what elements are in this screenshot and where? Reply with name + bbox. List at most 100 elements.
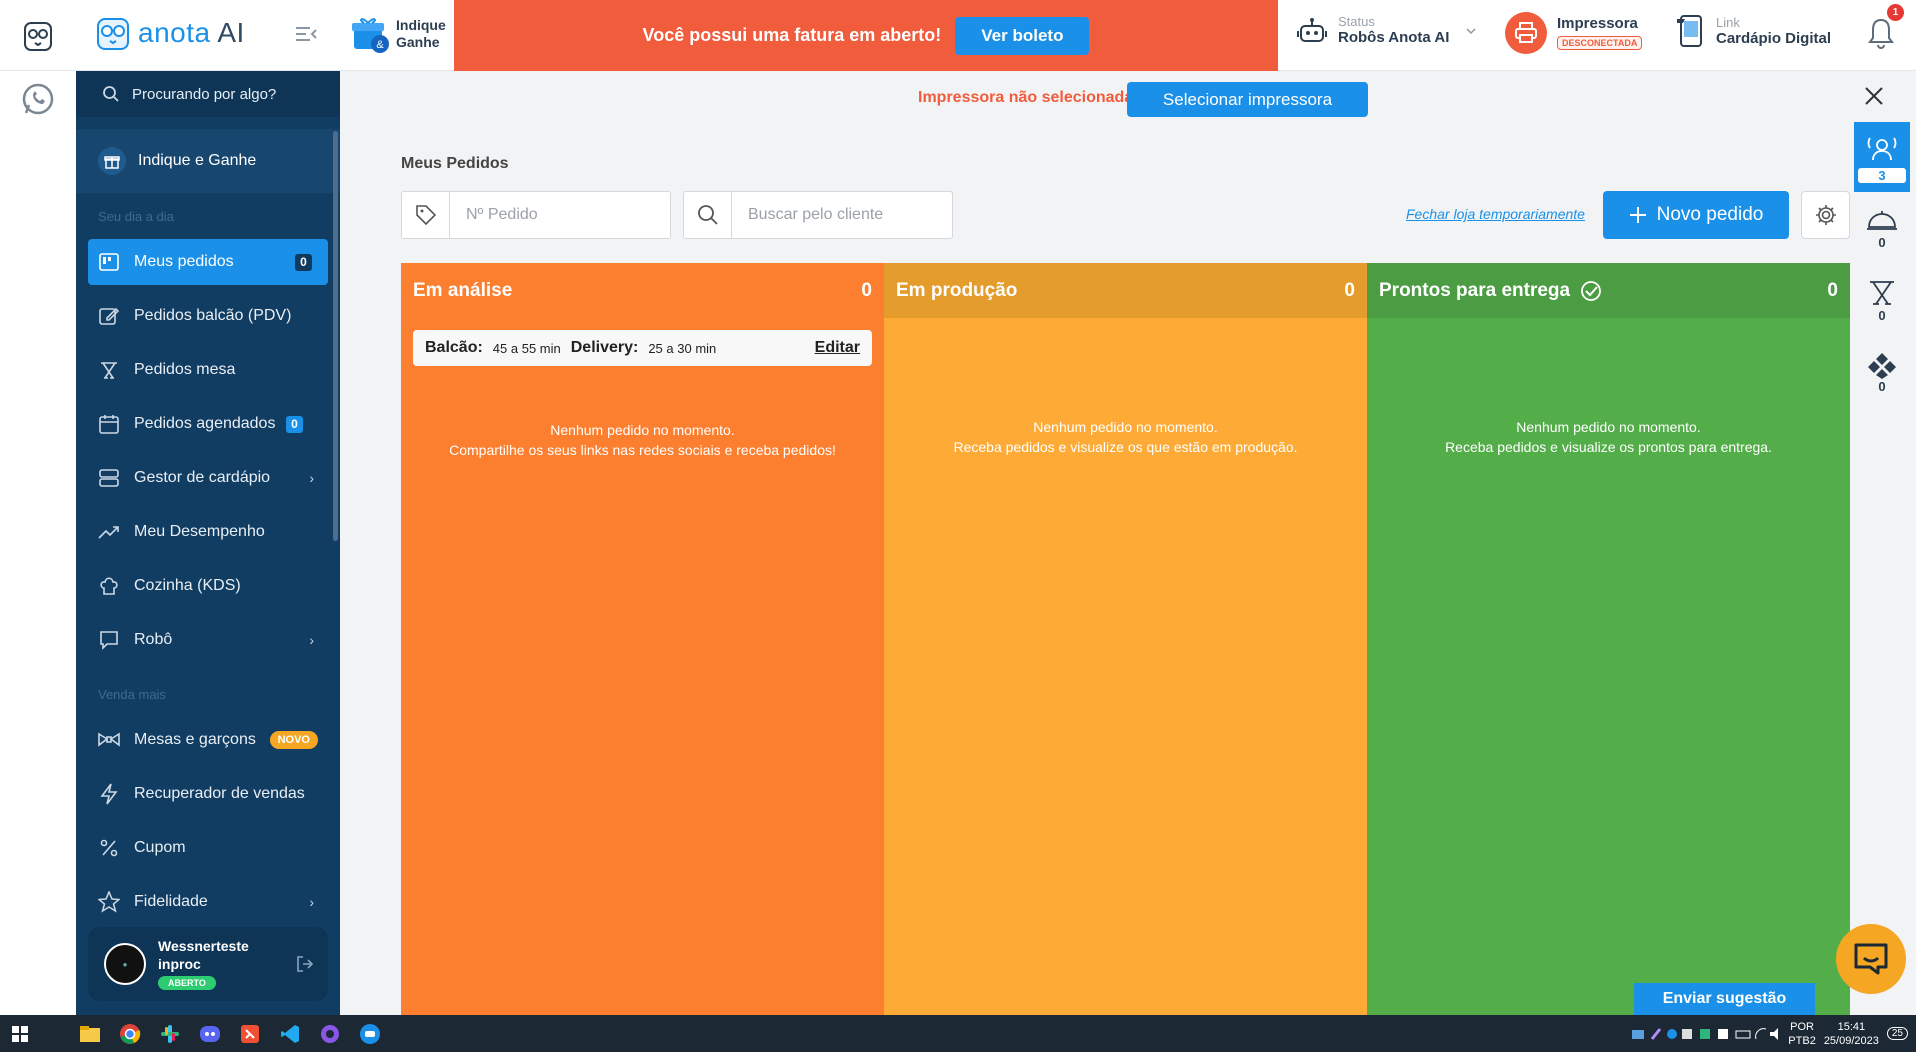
status-value: Robôs Anota AI [1338,29,1450,46]
close-icon[interactable] [1864,86,1884,111]
waiters-filter[interactable]: 3 [1854,122,1910,192]
printer-warning: Impressora não selecionada [918,89,1134,106]
section-label-day: Seu dia a dia [98,208,174,224]
language-indicator[interactable]: POR PTB2 [1788,1020,1816,1048]
sidebar-item-pedidos-mesa[interactable]: Pedidos mesa [88,347,328,393]
whatsapp-icon[interactable] [20,81,56,122]
new-order-button[interactable]: Novo pedido [1603,191,1789,239]
left-mini-rail [0,71,76,1015]
delivery-times-bar: Balcão: 45 a 55 min Delivery: 25 a 30 mi… [413,330,872,366]
table-icon [1870,280,1894,305]
section-label-sell: Venda mais [98,686,166,702]
anota-app-icon[interactable] [350,1015,390,1052]
count-badge: 0 [286,415,303,433]
support-chat-icon[interactable] [1836,924,1906,994]
column-em-producao: Em produção 0 Nenhum pedido no momento. … [884,263,1367,1015]
sidebar-item-meus-pedidos[interactable]: Meus pedidos 0 [88,239,328,285]
notification-center-icon[interactable]: 25 [1886,1027,1908,1040]
right-rail: 3 0 0 0 [1852,122,1916,408]
close-store-temporarily-link[interactable]: Fechar loja temporariamente [1406,206,1585,222]
discord-icon[interactable] [190,1015,230,1052]
sidebar-item-label: Robô [134,631,173,648]
sidebar-item-label: Meus pedidos [134,253,234,270]
rail-count: 0 [1878,378,1886,394]
sidebar-item-label: Indique e Ganhe [138,152,257,169]
sidebar-item-gestor-cardapio[interactable]: Gestor de cardápio › [88,455,328,501]
tag-icon [402,192,450,238]
printer-status[interactable]: Impressora DESCONECTADA [1505,12,1643,54]
file-explorer-icon[interactable] [70,1015,110,1052]
logout-icon[interactable] [296,955,314,978]
slack-icon[interactable] [150,1015,190,1052]
clock[interactable]: 15:41 25/09/2023 [1824,1020,1879,1048]
chevron-down-icon [1466,27,1476,34]
printer-disconnected-badge: DESCONECTADA [1557,36,1643,50]
sidebar-item-recuperador-vendas[interactable]: Recuperador de vendas [88,771,328,817]
link-value: Cardápio Digital [1716,29,1832,47]
avatar: ● [104,943,146,985]
github-desktop-icon[interactable] [310,1015,350,1052]
plus-icon [1629,207,1646,223]
new-badge: NOVO [269,731,318,749]
table-filter[interactable]: 0 [1854,264,1910,336]
client-search-input[interactable] [732,206,912,224]
trending-up-icon [98,521,120,543]
sidebar-search-input[interactable]: Procurando por algo? [76,71,340,117]
empty-state: Nenhum pedido no momento. Receba pedidos… [1367,417,1850,457]
search-icon [684,192,732,238]
clock-time: 15:41 [1837,1020,1866,1033]
robot-status-dropdown[interactable]: Status Robôs Anota AI [1296,14,1477,47]
windows-taskbar: POR PTB2 15:41 25/09/2023 25 [0,1015,1916,1052]
owl-logo-icon[interactable] [0,0,76,71]
edit-times-link[interactable]: Editar [815,339,860,357]
settings-button[interactable] [1801,191,1850,239]
select-printer-button[interactable]: Selecionar impressora [1127,82,1368,117]
bowtie-icon [98,729,120,751]
windows-start-icon[interactable] [0,1015,40,1052]
rail-count: 0 [1878,234,1886,250]
digital-menu-link[interactable]: Link Cardápio Digital [1676,14,1831,48]
sidebar-item-cupom[interactable]: Cupom [88,825,328,871]
sidebar-item-pedidos-balcao[interactable]: Pedidos balcão (PDV) [88,293,328,339]
vscode-icon[interactable] [270,1015,310,1052]
sidebar-item-robo[interactable]: Robô › [88,617,328,663]
sidebar-item-indique-ganhe[interactable]: Indique e Ganhe [76,129,340,193]
system-tray: POR PTB2 15:41 25/09/2023 25 [1630,1015,1916,1052]
chrome-icon[interactable] [110,1015,150,1052]
anota-ai-logo[interactable]: anota AI [96,14,245,52]
sidebar-item-pedidos-agendados[interactable]: Pedidos agendados 0 [88,401,328,447]
sidebar-item-label: Meu Desempenho [134,523,265,540]
rail-count: 0 [1878,307,1886,323]
sidebar-item-fidelidade[interactable]: Fidelidade › [88,879,328,925]
git-client-icon[interactable] [230,1015,270,1052]
clock-date: 25/09/2023 [1823,1034,1879,1047]
notifications-bell-icon[interactable]: 1 [1866,4,1904,52]
sidebar-item-label: Pedidos balcão (PDV) [134,307,292,324]
send-suggestion-button[interactable]: Enviar sugestão [1634,983,1815,1015]
notification-count-badge: 1 [1887,4,1904,21]
page-title: Meus Pedidos [401,155,509,172]
ver-boleto-button[interactable]: Ver boleto [955,16,1090,55]
client-search-field[interactable] [683,191,953,239]
indique-ganhe-top-button[interactable]: & Indique Ganhe [350,14,446,54]
banner-message: Você possui uma fatura em aberto! [642,25,942,45]
sidebar-item-label: Pedidos agendados [134,415,276,432]
sidebar-scrollbar[interactable] [333,131,338,541]
tray-icons[interactable] [1630,1026,1780,1042]
user-card[interactable]: ● Wessnerteste inproc ABERTO [88,927,328,1001]
order-number-field[interactable] [401,191,671,239]
robot-icon [1297,17,1327,42]
sidebar-item-meu-desempenho[interactable]: Meu Desempenho [88,509,328,555]
ifood-filter[interactable]: 0 [1854,336,1910,408]
logo-owl-icon [97,18,129,50]
order-number-input[interactable] [450,206,630,224]
printer-icon [1505,12,1547,54]
sidebar-search-placeholder: Procurando por algo? [132,85,277,103]
sidebar-item-cozinha-kds[interactable]: Cozinha (KDS) [88,563,328,609]
gear-icon [1815,205,1836,225]
collapse-menu-icon[interactable] [294,24,320,46]
empty-state: Nenhum pedido no momento. Compartilhe os… [401,420,884,460]
delivery-filter[interactable]: 0 [1854,192,1910,264]
edit-icon [98,305,120,327]
sidebar-item-mesas-garcons[interactable]: Mesas e garçons NOVO [88,717,328,763]
